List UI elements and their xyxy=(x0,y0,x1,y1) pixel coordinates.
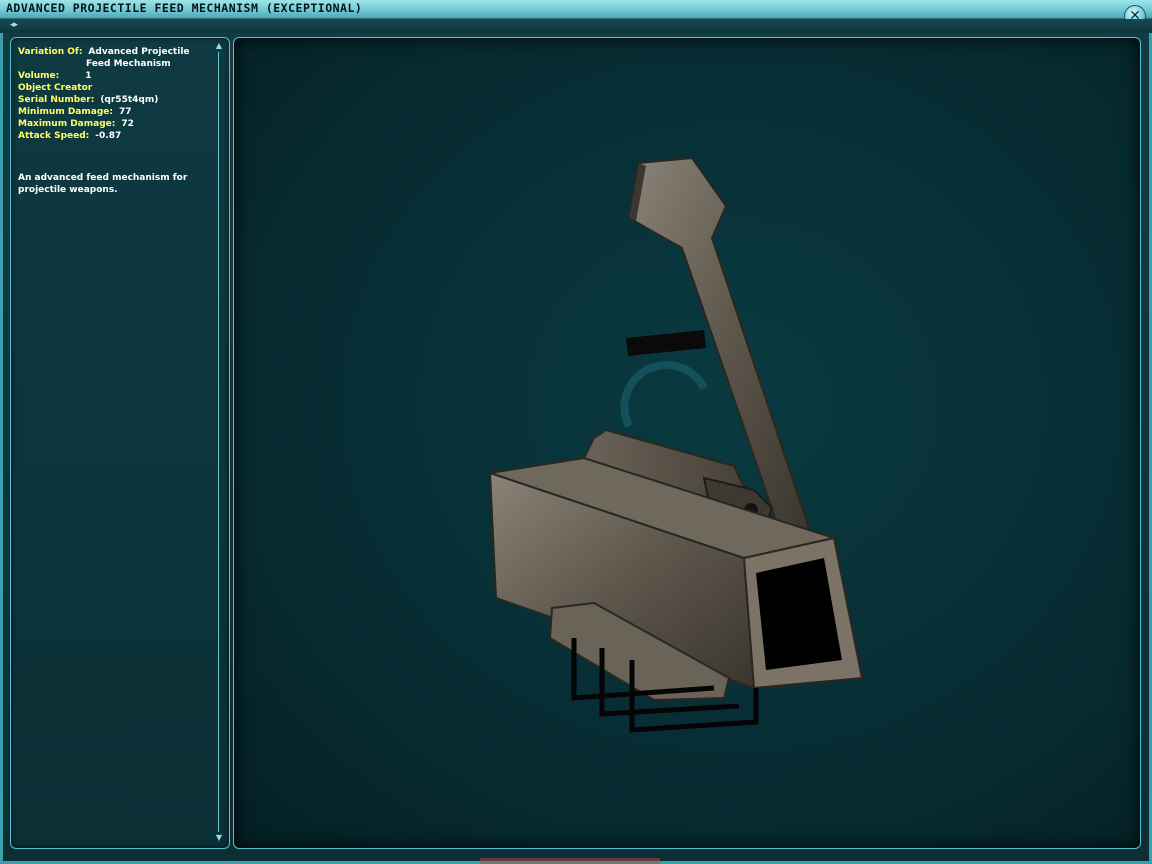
attr-value: 72 xyxy=(121,119,134,129)
item-attributes: Variation Of: Advanced Projectile Feed Me… xyxy=(18,46,208,142)
feed-rod xyxy=(626,330,706,356)
attr-label: Serial Number: xyxy=(18,95,95,105)
attr-max-damage: Maximum Damage: 72 xyxy=(18,118,208,130)
window-toolbar: ◂▸ xyxy=(0,19,1152,34)
attr-label: Minimum Damage: xyxy=(18,107,113,117)
title-bar[interactable]: ADVANCED PROJECTILE FEED MECHANISM (EXCE… xyxy=(0,0,1152,27)
attr-label: Volume: xyxy=(18,71,60,81)
info-scrollbar[interactable]: ▲ ▼ xyxy=(215,42,223,842)
attr-value: 77 xyxy=(118,107,132,117)
attr-volume: Volume: 1 xyxy=(18,70,208,82)
attr-variation: Variation Of: Advanced Projectile xyxy=(18,46,208,58)
item-3d-viewport[interactable] xyxy=(233,37,1141,849)
attr-value: Advanced Projectile xyxy=(88,47,190,57)
attr-label: Attack Speed: xyxy=(18,131,90,141)
attr-min-damage: Minimum Damage: 77 xyxy=(18,106,208,118)
attr-value: 1 xyxy=(85,71,92,81)
scroll-track-line[interactable] xyxy=(218,52,219,832)
rotate-ring xyxy=(620,360,708,428)
item-description: An advanced feed mechanism for projectil… xyxy=(18,173,188,195)
nav-arrows-icon[interactable]: ◂▸ xyxy=(10,20,18,30)
attr-serial: Serial Number: (qr55t4qm) xyxy=(18,94,208,106)
scroll-up-icon[interactable]: ▲ xyxy=(215,42,223,50)
feed-mechanism-model xyxy=(488,156,864,733)
scroll-down-icon[interactable]: ▼ xyxy=(215,834,223,842)
attr-label: Maximum Damage: xyxy=(18,119,116,129)
attr-variation-cont: Feed Mechanism xyxy=(86,59,171,69)
window-title: ADVANCED PROJECTILE FEED MECHANISM (EXCE… xyxy=(6,1,363,15)
bottom-edge-glow xyxy=(480,858,660,864)
attr-creator: Object Creator xyxy=(18,82,208,94)
attr-value: -0.87 xyxy=(95,131,122,141)
item-info-panel xyxy=(10,37,230,849)
attr-attack-speed: Attack Speed: -0.87 xyxy=(18,130,208,142)
attr-label: Object Creator xyxy=(18,83,93,93)
attr-label: Variation Of: xyxy=(18,47,83,57)
attr-value: (qr55t4qm) xyxy=(100,95,159,105)
